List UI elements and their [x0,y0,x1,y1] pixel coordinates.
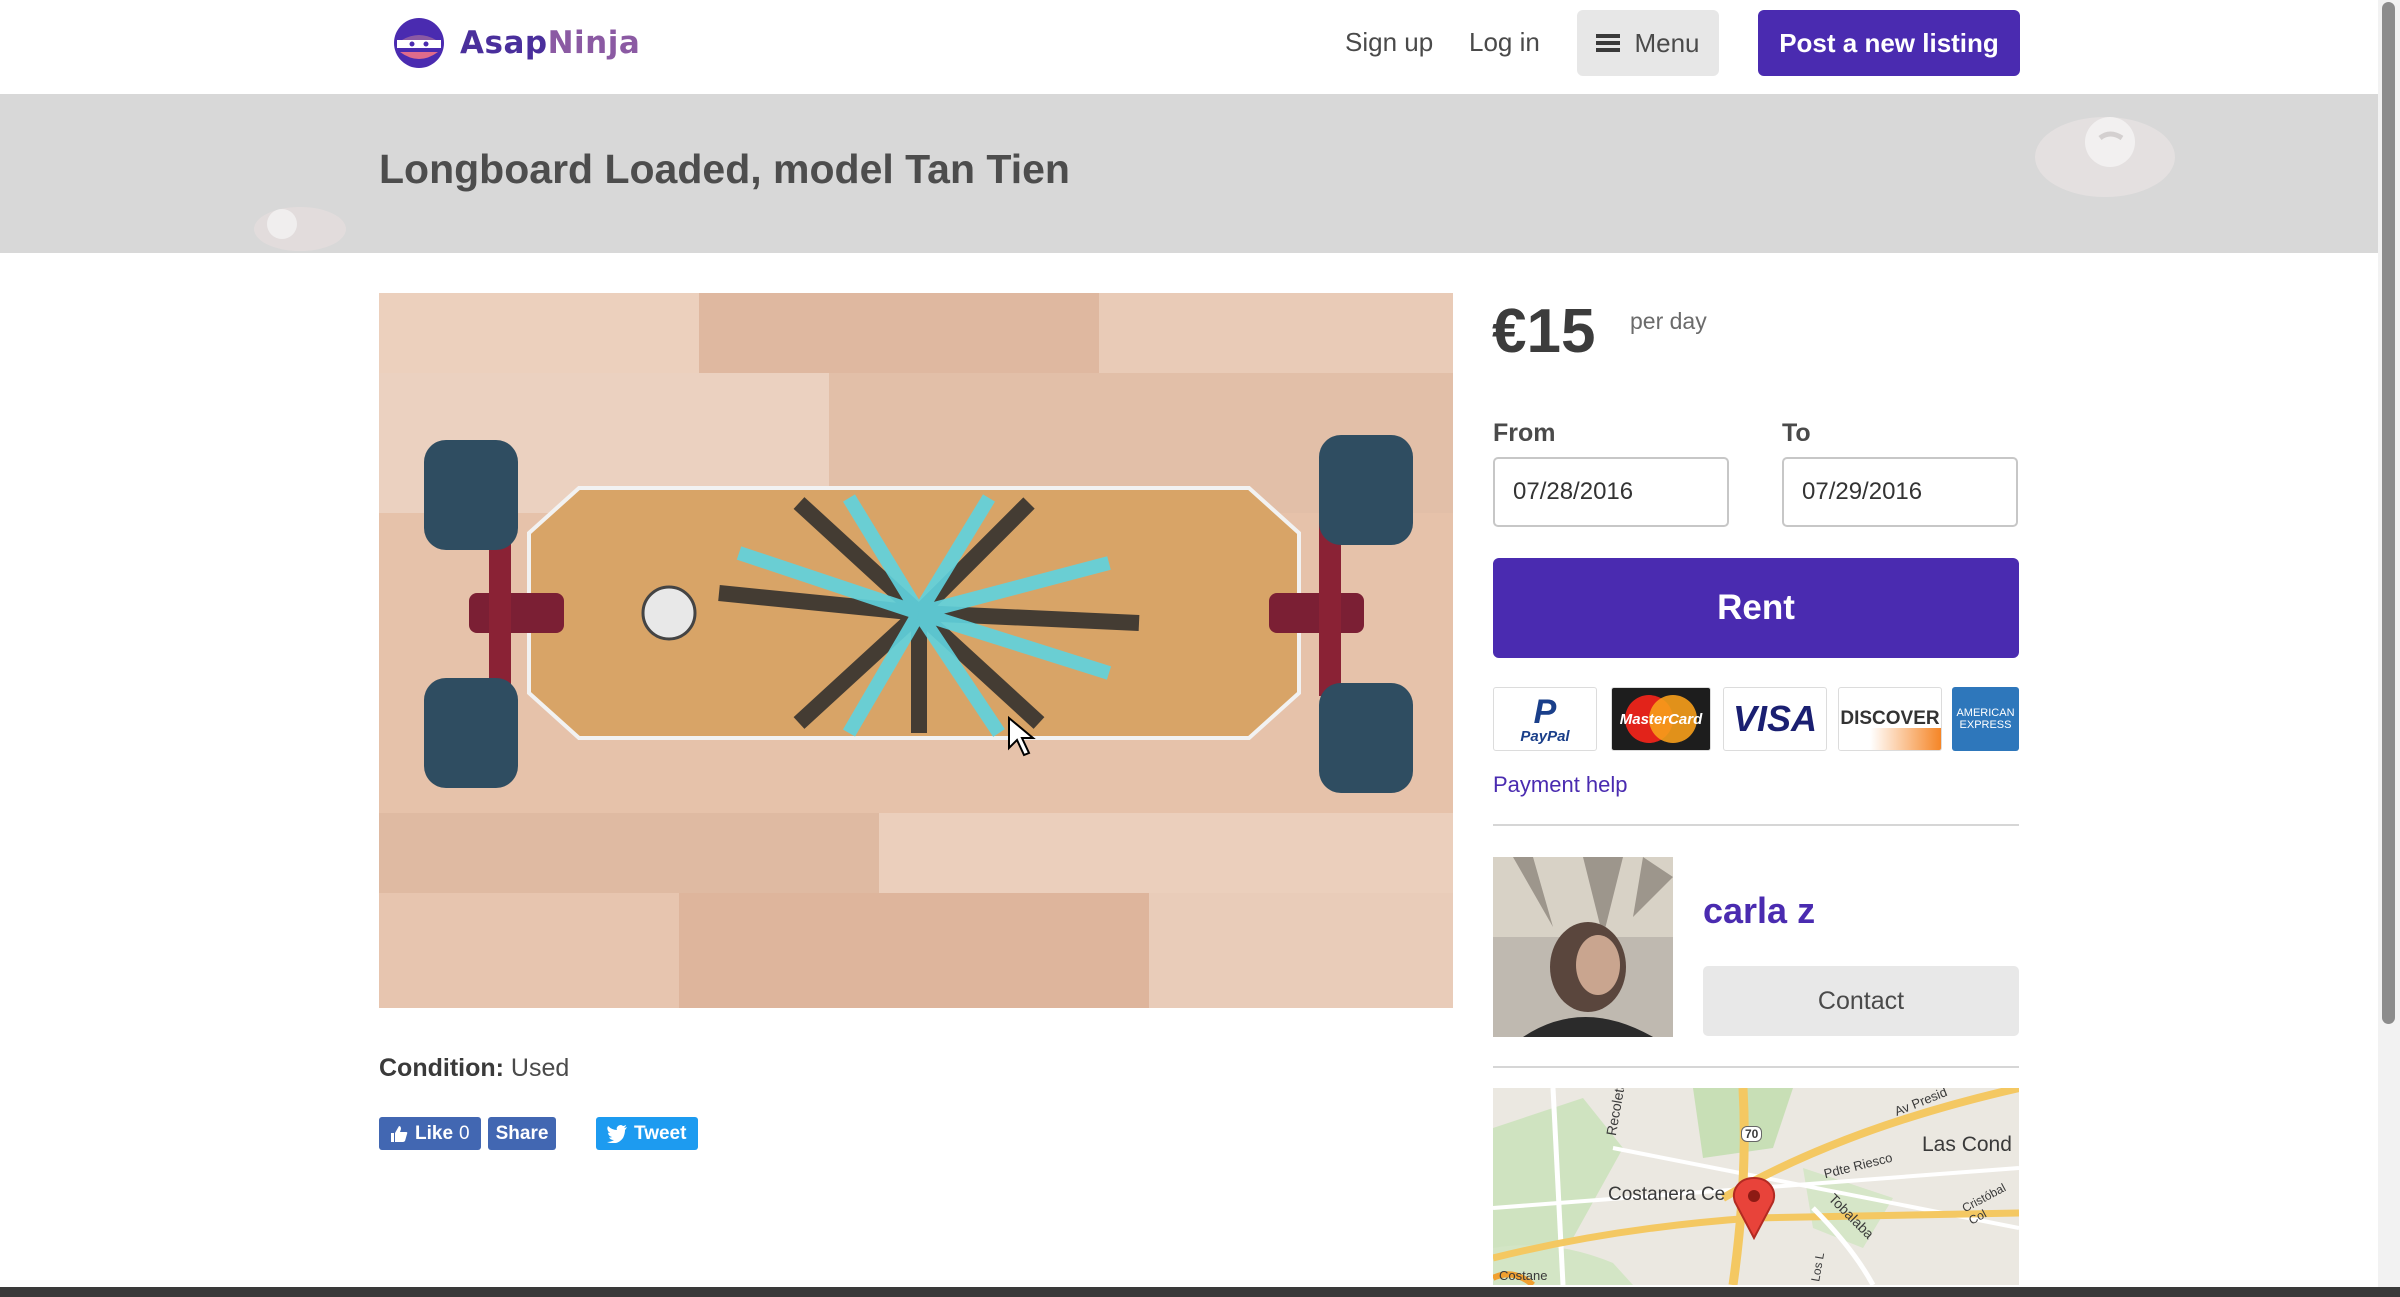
site-name-part1: Asap [460,25,548,61]
hamburger-icon [1596,34,1621,52]
condition-field: Condition: Used [379,1054,569,1083]
to-date-label: To [1782,419,1811,447]
longboard-photo [379,293,1453,1008]
facebook-like-button[interactable]: Like 0 [379,1117,481,1150]
menu-label: Menu [1634,27,1700,58]
paypal-card-icon: P PayPal [1493,687,1597,751]
window-bottom-edge [0,1287,2400,1297]
thumbs-up-icon [391,1125,408,1142]
map-tiles [1493,1088,2019,1285]
visa-card-icon: VISA [1723,687,1827,751]
twitter-bird-icon [607,1124,627,1143]
listing-price: €15 [1492,297,1596,366]
listing-title-banner: Longboard Loaded, model Tan Tien [0,94,2378,253]
listing-image[interactable] [379,293,1453,1008]
map-label-las-condes: Las Cond [1922,1133,2012,1156]
from-date-input[interactable] [1493,457,1729,527]
amex-label: AMERICAN EXPRESS [1956,706,2015,731]
contact-button[interactable]: Contact [1703,966,2019,1036]
map-label-costanera: Costanera Ce [1608,1184,1726,1205]
decorative-ninja-shape-icon [254,207,346,251]
tweet-button[interactable]: Tweet [596,1117,698,1150]
map-route-shield: 70 [1741,1126,1763,1142]
site-name: AsapNinja [460,25,640,61]
avatar-photo [1493,857,1673,1037]
scrollbar-thumb[interactable] [2382,2,2395,1024]
decorative-ninja-shape-icon [2035,117,2175,197]
rent-button[interactable]: Rent [1493,558,2019,658]
section-divider [1493,824,2019,826]
page-scrollbar[interactable] [2378,0,2400,1297]
visa-label: VISA [1732,698,1818,739]
payment-help-link[interactable]: Payment help [1493,772,1628,798]
top-navigation-bar: AsapNinja Sign up Log in Menu Post a new… [0,0,2378,94]
post-listing-button[interactable]: Post a new listing [1758,10,2020,76]
paypal-label: PayPal [1520,727,1570,745]
ninja-logo-icon [394,18,444,68]
location-map[interactable]: Costanera Ce Las Cond Recoleta Av Presid… [1493,1088,2019,1285]
author-name-link[interactable]: carla z [1703,890,1815,932]
condition-value: Used [510,1054,570,1082]
listing-title: Longboard Loaded, model Tan Tien [379,146,1070,192]
discover-card-icon: DISCOVER [1838,687,1942,751]
mastercard-label: MasterCard [1619,710,1703,728]
login-link[interactable]: Log in [1469,24,1540,60]
condition-label: Condition: [379,1054,504,1082]
from-date-label: From [1493,419,1556,447]
like-label: Like [415,1122,454,1144]
author-avatar[interactable] [1493,857,1673,1037]
map-label-costanera-road: Costane [1499,1268,1548,1283]
like-count: 0 [459,1122,470,1144]
site-name-part2: Ninja [547,25,641,61]
amex-card-icon: AMERICAN EXPRESS [1952,687,2019,751]
section-divider [1493,1066,2019,1068]
price-unit: per day [1630,308,1707,334]
signup-link[interactable]: Sign up [1345,24,1433,60]
site-logo[interactable]: AsapNinja [392,16,640,70]
tweet-label: Tweet [634,1122,687,1144]
menu-button[interactable]: Menu [1577,10,1719,76]
mastercard-card-icon: MasterCard [1611,687,1711,751]
facebook-share-button[interactable]: Share [488,1117,556,1150]
to-date-input[interactable] [1782,457,2018,527]
discover-label: DISCOVER [1840,708,1940,729]
